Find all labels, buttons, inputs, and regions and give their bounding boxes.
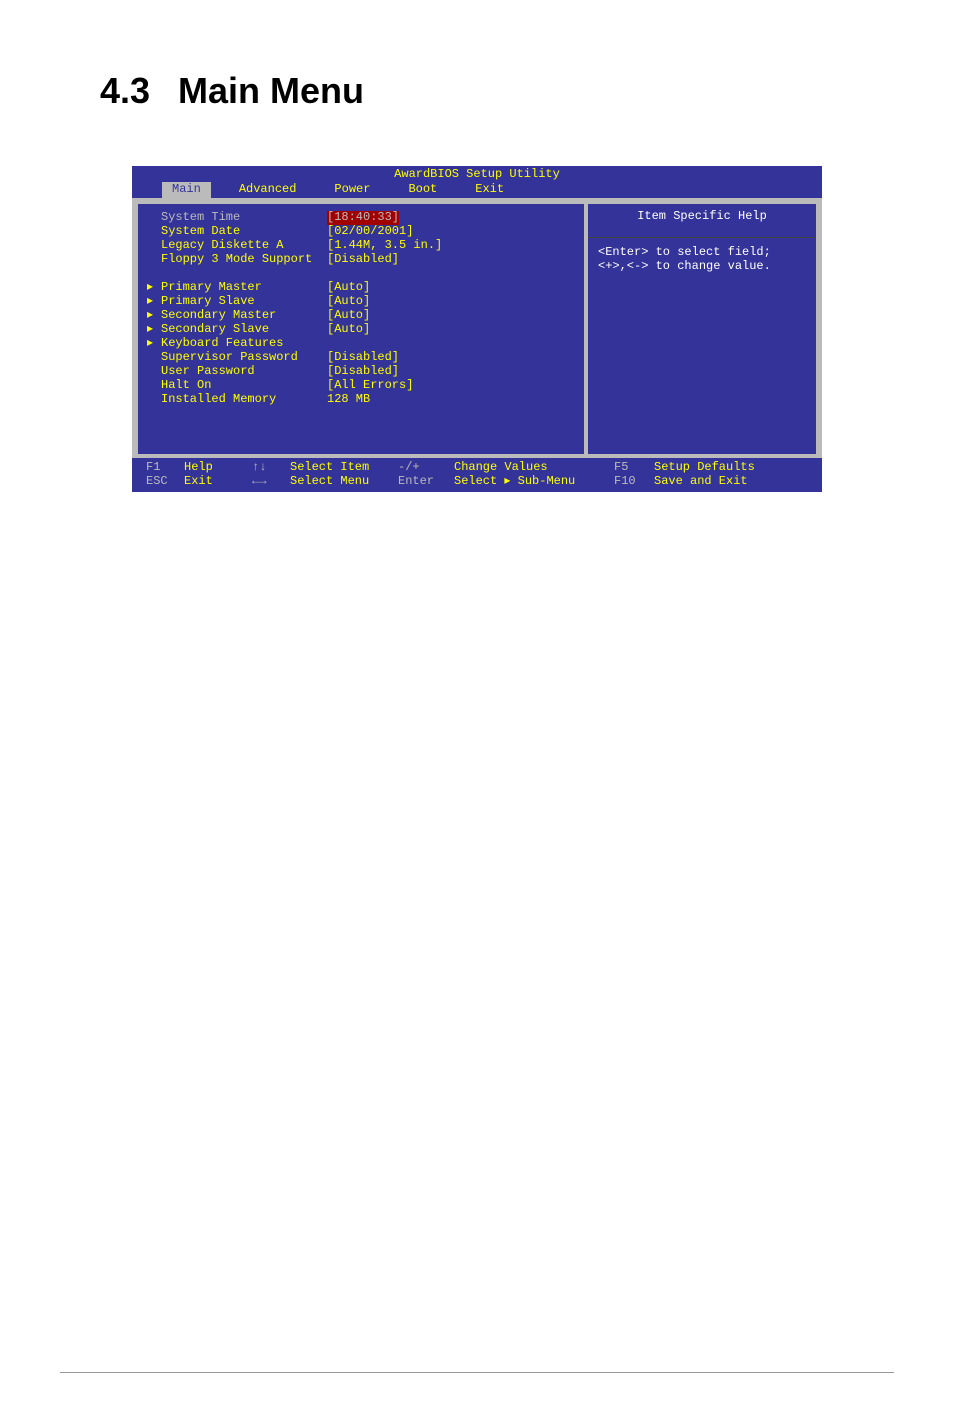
f10-key: F10 xyxy=(614,474,654,488)
field-value[interactable]: [Auto] xyxy=(327,295,370,309)
field-label-text: System Time xyxy=(161,210,240,224)
help-line1: <Enter> to select field; xyxy=(598,246,806,260)
field-label-text: Floppy 3 Mode Support xyxy=(161,252,312,266)
field-row[interactable]: System Time [18:40:33] xyxy=(147,211,575,225)
field-label-text: Supervisor Password xyxy=(161,350,298,364)
field-row[interactable]: User Password [Disabled] xyxy=(147,365,575,379)
tab-main[interactable]: Main xyxy=(162,182,211,198)
field-label: ▸Primary Master xyxy=(147,281,327,295)
field-label-text: User Password xyxy=(161,364,255,378)
field-label: User Password xyxy=(147,365,327,379)
help-heading: Item Specific Help xyxy=(598,210,806,224)
tab-advanced[interactable]: Advanced xyxy=(229,182,307,198)
page-footer-rule xyxy=(60,1372,894,1373)
field-label-text: Halt On xyxy=(161,378,211,392)
field-label: Floppy 3 Mode Support xyxy=(147,253,327,267)
help-action: Help xyxy=(184,460,252,474)
pm-key: -/+ xyxy=(398,460,454,474)
field-label: ▸Secondary Slave xyxy=(147,323,327,337)
blank-row xyxy=(147,267,575,281)
field-label: Installed Memory xyxy=(147,393,327,407)
help-divider xyxy=(588,237,816,238)
field-label: Legacy Diskette A xyxy=(147,239,327,253)
field-row[interactable]: ▸Primary Master[Auto] xyxy=(147,281,575,295)
field-value[interactable]: [Disabled] xyxy=(327,253,399,267)
submenu-arrow-icon: ▸ xyxy=(147,295,161,309)
setupdefaults-action: Setup Defaults xyxy=(654,460,808,474)
field-row[interactable]: ▸Keyboard Features xyxy=(147,337,575,351)
field-label-text: Secondary Master xyxy=(161,308,276,322)
bios-body: System Time [18:40:33] System Date [02/00/2… xyxy=(132,198,822,458)
field-row[interactable]: ▸Primary Slave[Auto] xyxy=(147,295,575,309)
bios-window: AwardBIOS Setup Utility Main Advanced Po… xyxy=(132,166,822,492)
submenu-arrow-icon: ▸ xyxy=(147,281,161,295)
enter-key: Enter xyxy=(398,474,454,488)
changevalues-action: Change Values xyxy=(454,460,614,474)
field-label-text: Primary Slave xyxy=(161,294,255,308)
field-label: Halt On xyxy=(147,379,327,393)
field-label-text: System Date xyxy=(161,224,240,238)
field-row[interactable]: Floppy 3 Mode Support [Disabled] xyxy=(147,253,575,267)
selectitem-action: Select Item xyxy=(290,460,398,474)
fields-panel: System Time [18:40:33] System Date [02/00/2… xyxy=(138,204,584,454)
field-value[interactable]: [02/00/2001] xyxy=(327,225,413,239)
field-label-text: Primary Master xyxy=(161,280,262,294)
esc-key: ESC xyxy=(146,474,184,488)
field-label: System Date xyxy=(147,225,327,239)
bios-title: AwardBIOS Setup Utility xyxy=(132,166,822,182)
selectmenu-action: Select Menu xyxy=(290,474,398,488)
field-value[interactable]: [Auto] xyxy=(327,323,370,337)
field-label: ▸Secondary Master xyxy=(147,309,327,323)
help-panel: Item Specific Help <Enter> to select fie… xyxy=(588,204,816,454)
field-value[interactable]: [1.44M, 3.5 in.] xyxy=(327,239,442,253)
field-label: ▸Keyboard Features xyxy=(147,337,327,351)
field-value[interactable]: [Disabled] xyxy=(327,351,399,365)
bios-footer: F1 Help ↑↓ Select Item -/+ Change Values… xyxy=(132,458,822,493)
heading-number: 4.3 xyxy=(100,70,150,111)
field-value[interactable]: [Auto] xyxy=(327,309,370,323)
field-row[interactable]: Supervisor Password [Disabled] xyxy=(147,351,575,365)
leftright-key: ←→ xyxy=(252,474,290,488)
exit-action: Exit xyxy=(184,474,252,488)
field-value[interactable]: [All Errors] xyxy=(327,379,413,393)
tab-power[interactable]: Power xyxy=(324,182,380,198)
field-row[interactable]: System Date [02/00/2001] xyxy=(147,225,575,239)
field-row[interactable]: Installed Memory 128 MB xyxy=(147,393,575,407)
field-row[interactable]: Halt On [All Errors] xyxy=(147,379,575,393)
submenu-arrow-icon: ▸ xyxy=(147,323,161,337)
field-row[interactable]: Legacy Diskette A [1.44M, 3.5 in.] xyxy=(147,239,575,253)
f1-key: F1 xyxy=(146,460,184,474)
field-value[interactable]: [18:40:33] xyxy=(327,211,399,225)
field-value[interactable]: [Auto] xyxy=(327,281,370,295)
field-label: ▸Primary Slave xyxy=(147,295,327,309)
updown-key: ↑↓ xyxy=(252,460,290,474)
bios-tabs: Main Advanced Power Boot Exit xyxy=(132,182,822,198)
field-value[interactable]: [Disabled] xyxy=(327,365,399,379)
field-row[interactable]: ▸Secondary Slave[Auto] xyxy=(147,323,575,337)
f5-key: F5 xyxy=(614,460,654,474)
field-label-text: Legacy Diskette A xyxy=(161,238,283,252)
field-row[interactable]: ▸Secondary Master[Auto] xyxy=(147,309,575,323)
field-label-text: Keyboard Features xyxy=(161,336,283,350)
field-label: Supervisor Password xyxy=(147,351,327,365)
field-value[interactable]: 128 MB xyxy=(327,393,370,407)
heading-title: Main Menu xyxy=(178,70,364,111)
field-label: System Time xyxy=(147,211,327,225)
selectsubmenu-action: Select ▸ Sub-Menu xyxy=(454,474,614,488)
tab-exit[interactable]: Exit xyxy=(465,182,514,198)
saveexit-action: Save and Exit xyxy=(654,474,808,488)
help-line2: <+>,<-> to change value. xyxy=(598,260,806,274)
page-heading: 4.3 Main Menu xyxy=(100,70,954,112)
submenu-arrow-icon: ▸ xyxy=(147,337,161,351)
field-label-text: Secondary Slave xyxy=(161,322,269,336)
tab-boot[interactable]: Boot xyxy=(398,182,447,198)
field-label-text: Installed Memory xyxy=(161,392,276,406)
submenu-arrow-icon: ▸ xyxy=(147,309,161,323)
